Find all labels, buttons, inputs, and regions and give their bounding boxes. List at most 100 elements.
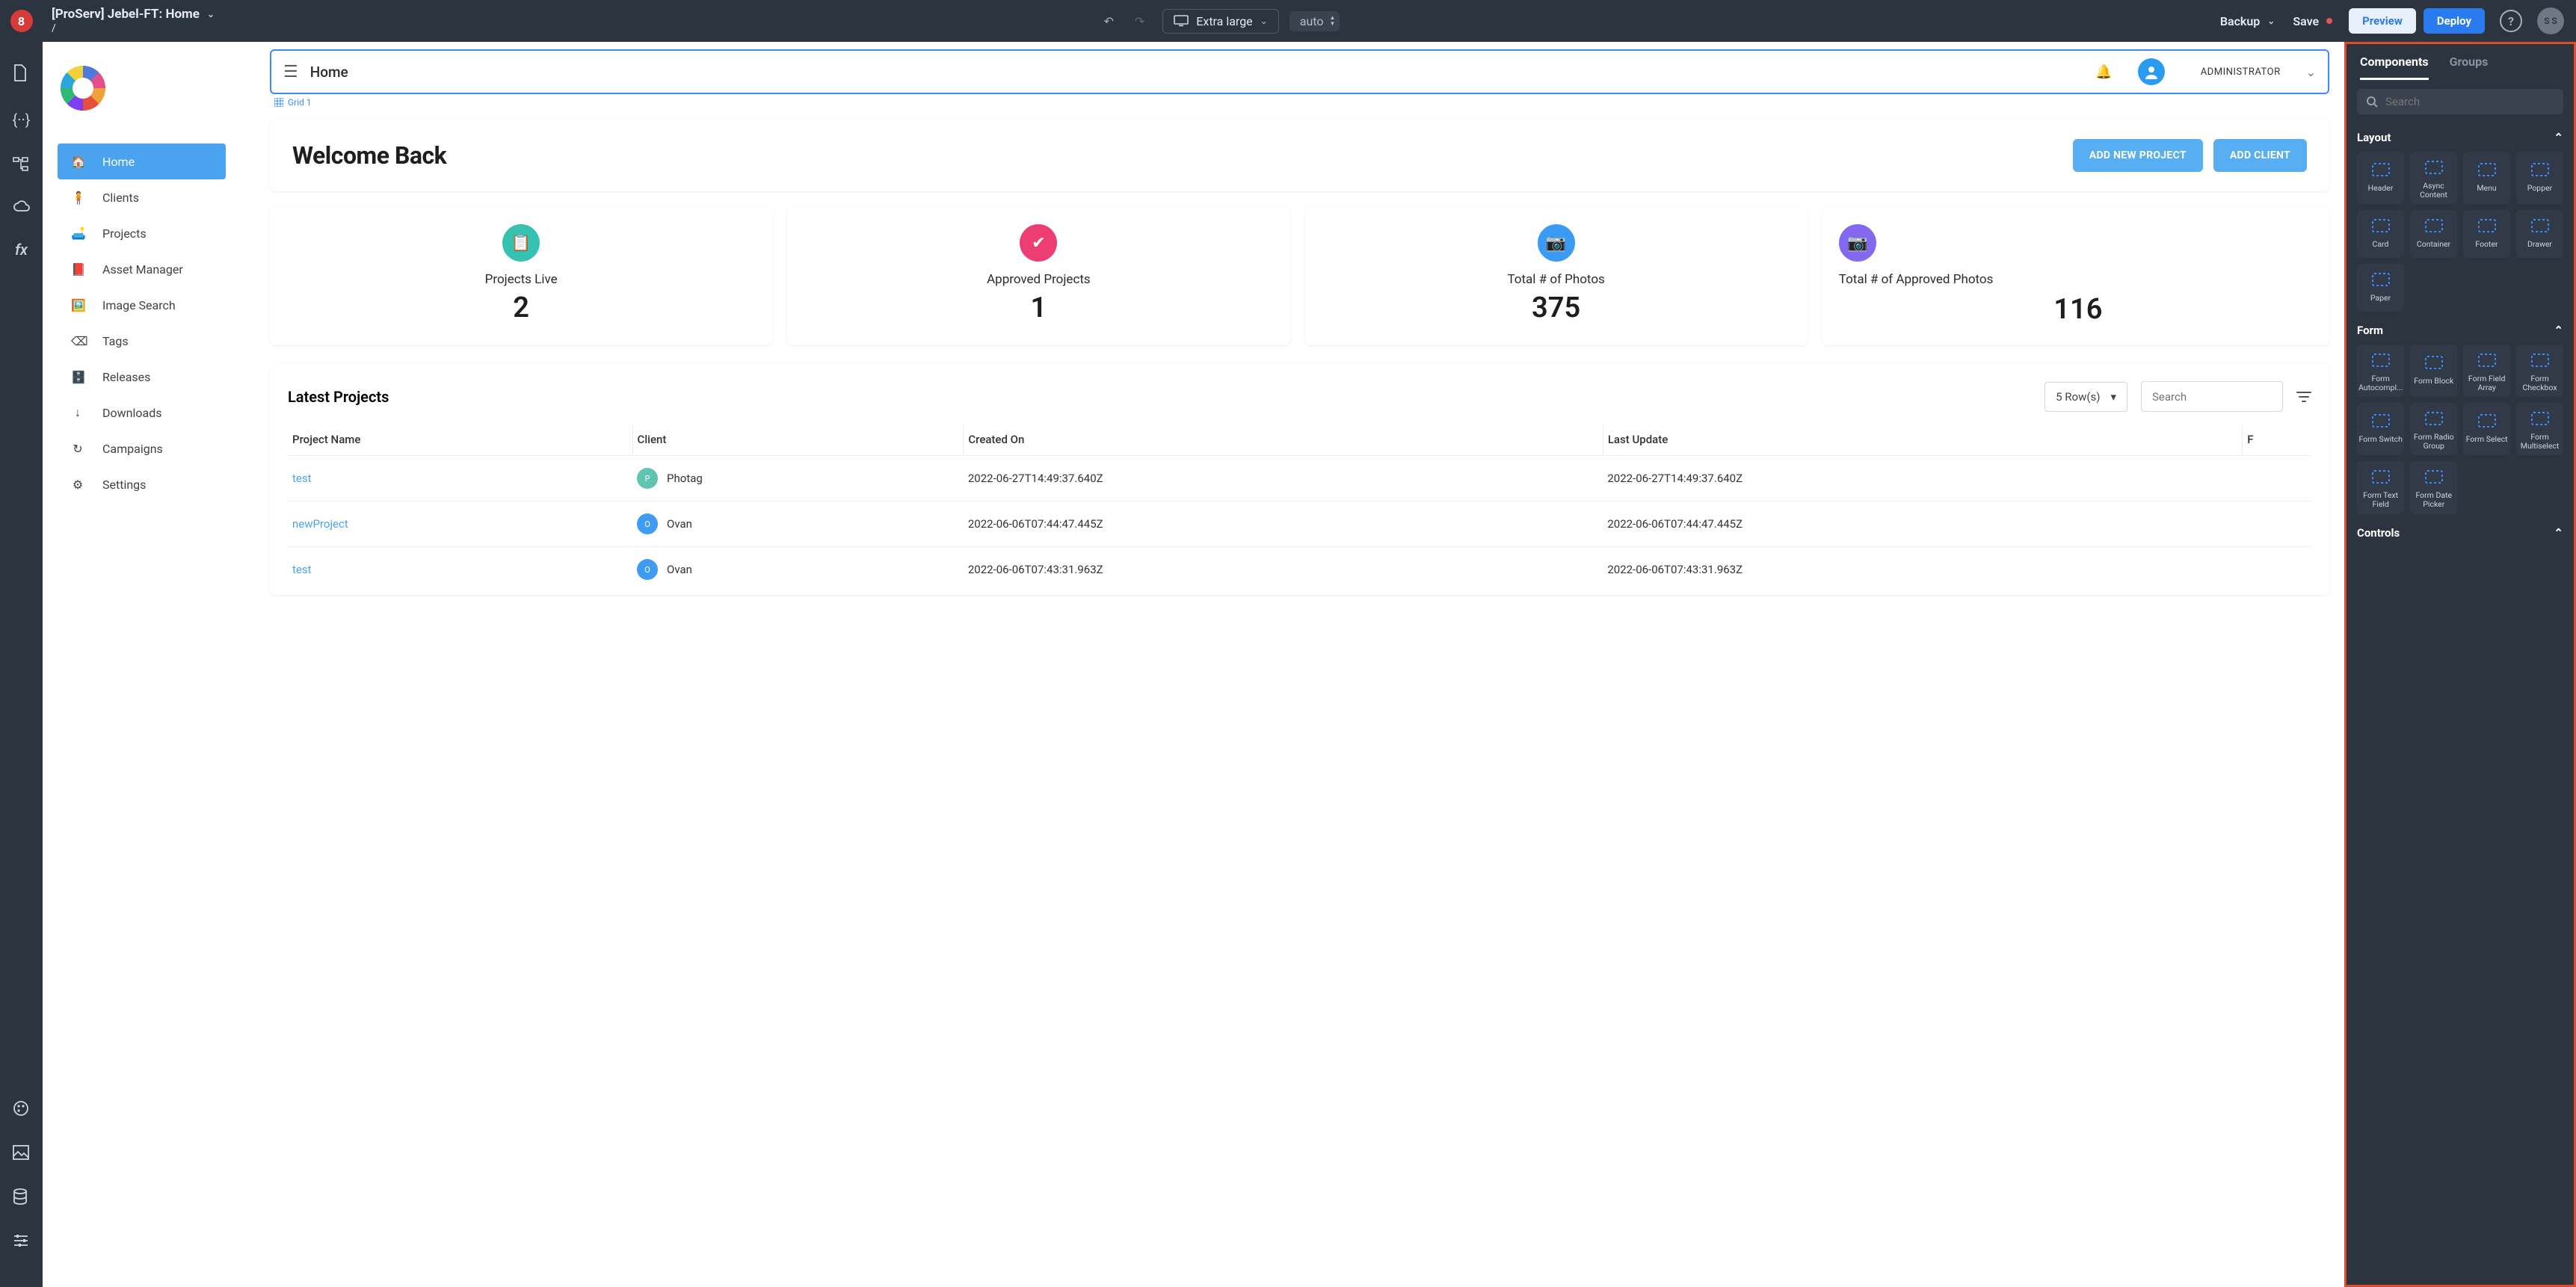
tab-components[interactable]: Components [2360, 55, 2429, 80]
project-name-link[interactable]: test [288, 456, 632, 501]
help-button[interactable]: ? [2500, 10, 2522, 32]
nav-item-image-search[interactable]: 🖼️Image Search [58, 287, 226, 323]
hamburger-icon[interactable]: ☰ [283, 63, 298, 81]
tab-groups[interactable]: Groups [2450, 55, 2489, 80]
stat-value: 2 [513, 291, 529, 324]
stat-label: Total # of Photos [1507, 272, 1604, 287]
appbar-title: Home [310, 64, 348, 81]
user-icon[interactable] [2138, 58, 2165, 85]
gear-icon: ⚙ [71, 478, 84, 492]
component-label: Form Field Array [2465, 371, 2509, 392]
component-label: Container [2417, 237, 2450, 253]
nav-label: Releases [102, 370, 150, 384]
nav-item-projects[interactable]: 🛋️Projects [58, 215, 226, 251]
app-bar[interactable]: ☰ Home 🔔 ADMINISTRATOR ⌄ [270, 49, 2329, 94]
top-bar: 8 [ProServ] Jebel-FT: Home ⌄ / ↶ ↷ Extra… [0, 0, 2576, 42]
bell-icon[interactable]: 🔔 [2095, 64, 2112, 80]
nav-item-downloads[interactable]: ↓Downloads [58, 395, 226, 430]
components-search-input[interactable] [2385, 95, 2554, 108]
col-header[interactable]: Last Update [1603, 425, 2242, 456]
col-header[interactable]: Client [632, 425, 964, 456]
chevron-down-icon: ⌄ [2267, 16, 2275, 26]
nav-item-campaigns[interactable]: ↻Campaigns [58, 430, 226, 466]
component-form-select[interactable]: Form Select [2463, 403, 2510, 455]
rail-image-icon[interactable] [13, 1145, 31, 1160]
undo-icon[interactable]: ↶ [1103, 14, 1113, 28]
col-header[interactable]: F [2243, 425, 2311, 456]
component-drawer[interactable]: Drawer [2516, 210, 2563, 258]
grid-label[interactable]: Grid 1 [274, 97, 2329, 108]
project-name-link[interactable]: test [288, 547, 632, 593]
save-menu[interactable]: Save [2293, 14, 2332, 28]
user-avatar[interactable]: S S [2537, 7, 2564, 34]
chevron-down-icon[interactable]: ⌄ [2306, 65, 2316, 79]
nav-item-releases[interactable]: 🗄️Releases [58, 359, 226, 395]
rail-code-icon[interactable]: {··} [13, 111, 31, 129]
col-header[interactable]: Created On [964, 425, 1603, 456]
rail-tree-icon[interactable] [13, 157, 31, 172]
redo-icon[interactable]: ↷ [1135, 14, 1144, 28]
table-search-input[interactable] [2152, 390, 2272, 404]
page-title-block: [ProServ] Jebel-FT: Home ⌄ / [52, 7, 215, 34]
canvas-stage: 🏠Home 🧍 Clients 🛋️Projects📕Asset Manager🖼️I… [43, 42, 2344, 1287]
project-name-link[interactable]: newProject [288, 501, 632, 547]
component-icon [2421, 407, 2447, 430]
title-dropdown-icon[interactable]: ⌄ [207, 9, 215, 19]
nav-label: Clients [102, 191, 139, 205]
col-header[interactable]: Project Name [288, 425, 632, 456]
rail-theme-icon[interactable] [13, 1100, 31, 1117]
rail-db-icon[interactable] [13, 1188, 31, 1205]
components-search[interactable] [2357, 89, 2563, 114]
nav-item-asset-manager[interactable]: 📕Asset Manager [58, 251, 226, 287]
deploy-button[interactable]: Deploy [2424, 8, 2485, 34]
rail-settings-icon[interactable] [13, 1233, 31, 1248]
person-icon: 🧍 [71, 191, 84, 205]
component-async-content[interactable]: Async Content [2410, 152, 2457, 204]
component-form-radio-group[interactable]: Form Radio Group [2410, 403, 2457, 455]
section-form-header[interactable]: Form ⌃ [2357, 316, 2563, 345]
rail-page-icon[interactable] [13, 64, 31, 82]
component-form-autocompl-[interactable]: Form Autocompl... [2357, 345, 2404, 397]
component-form-checkbox[interactable]: Form Checkbox [2516, 345, 2563, 397]
component-header[interactable]: Header [2357, 152, 2404, 204]
component-menu[interactable]: Menu [2463, 152, 2510, 204]
filter-icon[interactable] [2296, 391, 2311, 403]
component-card[interactable]: Card [2357, 210, 2404, 258]
section-controls-header[interactable]: Controls ⌃ [2357, 519, 2563, 547]
component-paper[interactable]: Paper [2357, 264, 2404, 312]
component-form-field-array[interactable]: Form Field Array [2463, 345, 2510, 397]
rail-fx-icon[interactable]: fx [13, 241, 31, 259]
stat-card: 📷 Total # of Approved Photos 116 [1822, 208, 2329, 345]
nav-label: Home [102, 155, 135, 169]
component-form-block[interactable]: Form Block [2410, 345, 2457, 397]
component-form-multiselect[interactable]: Form Multiselect [2516, 403, 2563, 455]
extra-cell [2243, 547, 2311, 593]
component-footer[interactable]: Footer [2463, 210, 2510, 258]
backup-menu[interactable]: Backup ⌄ [2220, 14, 2275, 28]
nav-item-tags[interactable]: ⌫Tags [58, 323, 226, 359]
viewport-selector[interactable]: Extra large ⌄ [1162, 9, 1278, 34]
nav-item-settings[interactable]: ⚙Settings [58, 466, 226, 502]
section-layout-header[interactable]: Layout ⌃ [2357, 123, 2563, 152]
component-label: Form Autocompl... [2358, 371, 2403, 392]
rows-selector[interactable]: 5 Row(s) ▾ [2045, 382, 2127, 412]
add-project-button[interactable]: ADD NEW PROJECT [2073, 139, 2203, 172]
zoom-auto[interactable]: auto ▲▼ [1289, 11, 1340, 31]
component-form-date-picker[interactable]: Form Date Picker [2410, 461, 2457, 513]
app-logo[interactable]: 8 [0, 0, 43, 42]
add-client-button[interactable]: ADD CLIENT [2213, 139, 2307, 172]
nav-item-home[interactable]: 🏠Home [58, 143, 226, 179]
table-search[interactable] [2141, 381, 2283, 412]
component-container[interactable]: Container [2410, 210, 2457, 258]
client-cell: PPhotag [632, 456, 964, 501]
zoom-steppers[interactable]: ▲▼ [1329, 15, 1335, 27]
component-form-switch[interactable]: Form Switch [2357, 403, 2404, 455]
component-form-text-field[interactable]: Form Text Field [2357, 461, 2404, 513]
component-label: Form Text Field [2358, 488, 2403, 509]
component-popper[interactable]: Popper [2516, 152, 2563, 204]
nav-item-clients[interactable]: 🧍 Clients [58, 179, 226, 215]
stat-icon: 📷 [1538, 224, 1575, 262]
save-label: Save [2293, 14, 2319, 28]
preview-button[interactable]: Preview [2349, 8, 2416, 34]
rail-cloud-icon[interactable] [13, 200, 31, 212]
